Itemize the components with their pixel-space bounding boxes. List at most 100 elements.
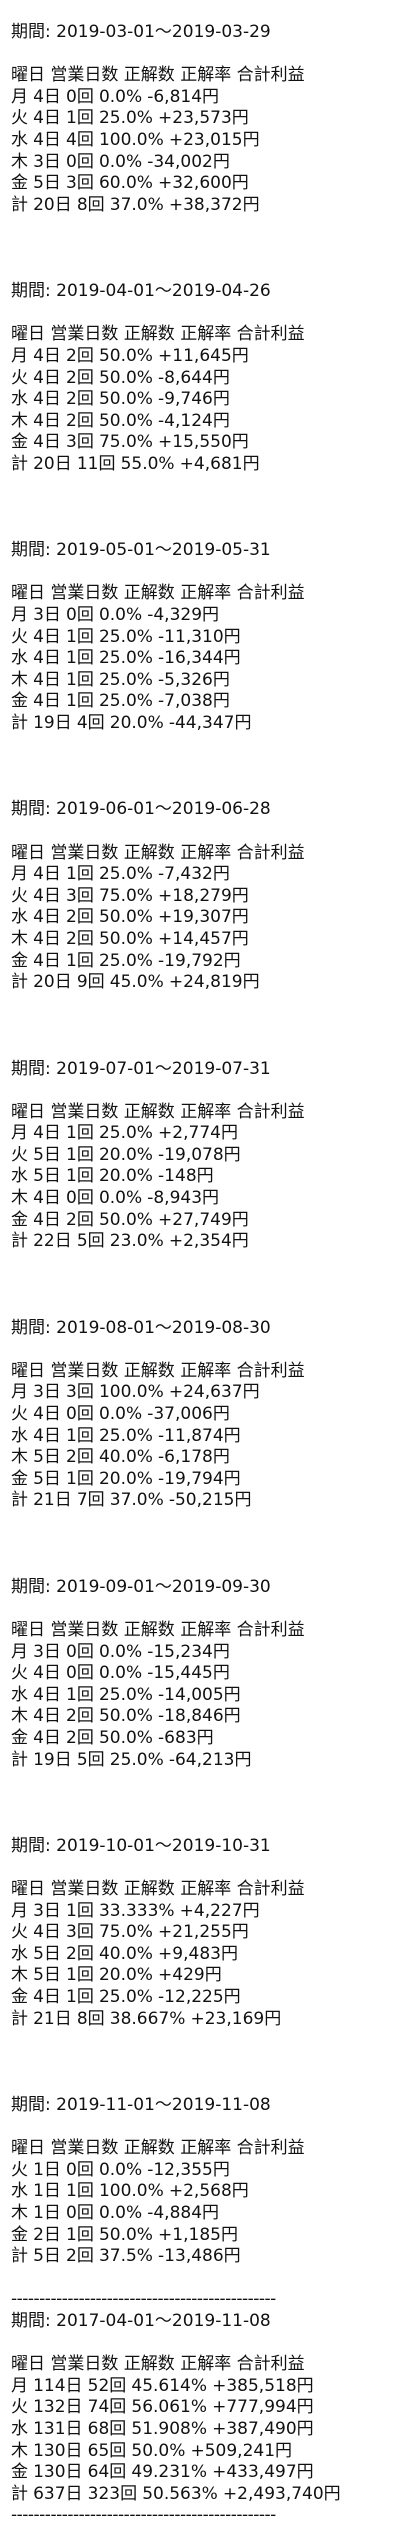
table-row: 木 130日 65回 50.0% +509,241円 [11, 2441, 400, 2463]
business-days: 5日 [33, 173, 61, 194]
weekday: 計 [11, 1749, 28, 1770]
table-row: 火 1日 0回 0.0% -12,355円 [11, 2160, 400, 2182]
business-days: 20日 [33, 972, 72, 993]
total-profit: +509,241円 [190, 2440, 293, 2461]
period-label: 期間: [11, 1576, 57, 1597]
weekday: 金 [11, 1987, 28, 2008]
total-profit: -9,746円 [158, 389, 230, 410]
weekday: 木 [11, 928, 28, 949]
weekday: 水 [11, 2181, 28, 2202]
hit-rate: 40.0% [98, 1943, 153, 1964]
business-days: 19日 [33, 713, 72, 733]
hit-rate: 49.231% [131, 2462, 208, 2483]
table-row: 金 4日 1回 25.0% -12,225円 [11, 1987, 400, 2009]
table-row: 月 3日 0回 0.0% -15,234円 [11, 1642, 400, 1664]
hits: 5回 [76, 1231, 105, 1252]
weekday: 水 [11, 648, 28, 669]
hit-rate: 20.0% [98, 1965, 153, 1986]
weekday: 木 [11, 410, 28, 431]
table-row: 水 4日 1回 25.0% -11,874円 [11, 1426, 400, 1448]
table-row: 木 4日 2回 50.0% -4,124円 [11, 411, 400, 433]
table-row: 水 131日 68回 51.908% +387,490円 [11, 2419, 400, 2441]
period-line: 期間: 2019-11-01～2019-11-08 [11, 2095, 400, 2117]
total-profit: +4,681円 [179, 453, 260, 474]
total-profit: -4,884円 [147, 2202, 220, 2223]
table-row: 木 4日 1回 25.0% -5,326円 [11, 670, 400, 692]
weekday: 金 [11, 1209, 28, 1230]
total-profit: -8,943円 [147, 1188, 220, 1209]
hits: 1回 [66, 626, 94, 647]
weekday: 月 [11, 605, 28, 626]
weekday: 火 [11, 885, 28, 906]
weekday: 水 [11, 907, 28, 928]
table-row: 金 4日 2回 50.0% -683円 [11, 1728, 400, 1750]
hit-rate: 20.0% [98, 1468, 153, 1489]
total-profit: -64,213円 [168, 1749, 252, 1770]
hits: 8回 [76, 194, 105, 215]
hits: 1回 [66, 1900, 94, 1921]
total-row: 計 22日 5回 23.0% +2,354円 [11, 1231, 400, 1253]
table-header: 曜日 営業日数 正解数 正解率 合計利益 [11, 842, 305, 863]
report-text: 期間: 2019-03-01～2019-03-29 曜日 営業日数 正解数 正解率… [0, 0, 400, 2527]
total-profit: -12,225円 [158, 1987, 241, 2008]
business-days: 1日 [33, 2159, 61, 2180]
period-line: 期間: 2017-04-01～2019-11-08 [11, 2311, 400, 2333]
table-row: 金 4日 1回 25.0% -7,038円 [11, 691, 400, 713]
hits: 74回 [87, 2397, 127, 2418]
hits: 0回 [66, 1663, 94, 1684]
hit-rate: 50.0% [98, 1209, 153, 1230]
total-profit: +429円 [158, 1965, 222, 1986]
table-header: 曜日 営業日数 正解数 正解率 合計利益 [11, 583, 305, 604]
hit-rate: 25.0% [98, 950, 153, 971]
weekday: 計 [11, 194, 28, 215]
table-header: 曜日 営業日数 正解数 正解率 合計利益 [11, 1619, 305, 1640]
business-days: 5日 [33, 2246, 61, 2267]
hits: 8回 [76, 2008, 105, 2029]
total-profit: -37,006円 [147, 1404, 230, 1424]
hits: 0回 [66, 1641, 94, 1662]
separator-line: ----------------------------------------… [11, 2505, 276, 2526]
business-days: 20日 [33, 453, 72, 474]
weekday: 計 [11, 2008, 28, 2029]
hit-rate: 50.0% [98, 367, 153, 388]
table-header: 曜日 営業日数 正解数 正解率 合計利益 [11, 324, 305, 345]
hit-rate: 75.0% [98, 432, 153, 453]
hit-rate: 0.0% [98, 1188, 143, 1209]
business-days: 20日 [33, 194, 72, 215]
table-row: 火 4日 1回 25.0% +23,573円 [11, 108, 400, 130]
hit-rate: 20.0% [98, 1166, 153, 1187]
weekday: 計 [11, 453, 28, 474]
table-row: 火 132日 74回 56.061% +777,994円 [11, 2397, 400, 2419]
period-range: 2019-06-01～2019-06-28 [56, 799, 271, 820]
business-days: 130日 [33, 2440, 83, 2461]
period-line: 期間: 2019-06-01～2019-06-28 [11, 799, 400, 821]
business-days: 19日 [33, 1749, 72, 1770]
hits: 1回 [66, 1144, 94, 1165]
business-days: 2日 [33, 2224, 61, 2245]
weekday: 金 [11, 432, 28, 453]
business-days: 4日 [33, 691, 61, 712]
weekday: 木 [11, 1965, 28, 1986]
weekday: 金 [11, 173, 28, 194]
hits: 2回 [66, 2246, 94, 2267]
total-profit: +2,493,740円 [222, 2483, 341, 2504]
period-label: 期間: [11, 22, 57, 42]
total-profit: -4,124円 [158, 410, 230, 431]
table-row: 木 5日 2回 40.0% -6,178円 [11, 1447, 400, 1469]
hit-rate: 0.0% [98, 1404, 143, 1424]
weekday: 水 [11, 2418, 28, 2439]
hits: 3回 [66, 432, 94, 453]
total-profit: +32,600円 [158, 173, 249, 194]
total-profit: +24,637円 [168, 1382, 260, 1403]
weekday: 水 [11, 1943, 28, 1964]
hit-rate: 25.0% [98, 864, 153, 885]
business-days: 4日 [33, 1188, 61, 1209]
total-profit: +433,497円 [212, 2462, 314, 2483]
